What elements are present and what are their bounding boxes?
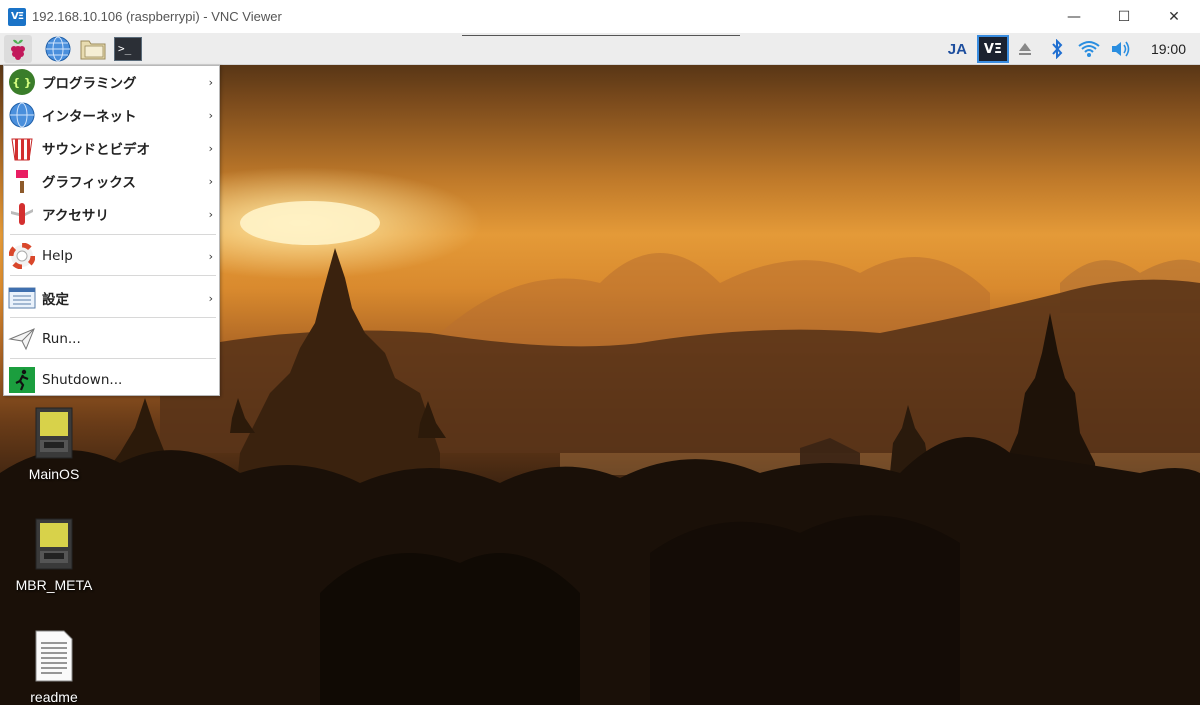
menu-item-label: グラフィックス bbox=[42, 175, 136, 191]
remote-desktop[interactable]: >_ JA VΞ 19:00 {} プログラミング › インターネット › サ… bbox=[0, 33, 1200, 705]
menu-separator bbox=[10, 317, 216, 318]
desktop-icon-label: MBR_META bbox=[15, 577, 93, 593]
run-icon bbox=[8, 325, 36, 353]
menu-item-programming[interactable]: { } プログラミング › bbox=[4, 66, 219, 98]
accessories-icon bbox=[8, 200, 36, 228]
menu-separator bbox=[10, 275, 216, 276]
submenu-arrow-icon: › bbox=[208, 291, 213, 305]
menu-separator bbox=[10, 234, 216, 235]
menu-item-label: インターネット bbox=[42, 109, 137, 125]
sd-card-icon bbox=[35, 518, 73, 570]
submenu-arrow-icon: › bbox=[208, 207, 213, 221]
minimize-button[interactable]: — bbox=[1050, 0, 1098, 33]
terminal-icon: >_ bbox=[114, 36, 142, 61]
desktop-icon-readme[interactable]: readme bbox=[9, 629, 99, 705]
folder-icon bbox=[80, 40, 106, 59]
settings-icon bbox=[8, 284, 36, 312]
clock[interactable]: 19:00 bbox=[1151, 41, 1186, 57]
submenu-arrow-icon: › bbox=[208, 108, 213, 122]
file-manager-button[interactable] bbox=[79, 35, 107, 63]
sd-card-icon bbox=[35, 407, 73, 459]
system-tray: JA VΞ 19:00 bbox=[948, 33, 1200, 65]
submenu-arrow-icon: › bbox=[208, 174, 213, 188]
menu-separator bbox=[10, 358, 216, 359]
menu-item-run[interactable]: Run... bbox=[4, 323, 219, 355]
menu-item-label: サウンドとビデオ bbox=[42, 142, 150, 158]
terminal-button[interactable]: >_ bbox=[114, 35, 142, 63]
desktop-icon-label: MainOS bbox=[28, 466, 80, 482]
menu-item-accessories[interactable]: アクセサリ › bbox=[4, 198, 219, 230]
submenu-arrow-icon: › bbox=[208, 249, 213, 263]
sound-video-icon bbox=[8, 134, 36, 162]
menu-item-sound-video[interactable]: サウンドとビデオ › bbox=[4, 132, 219, 164]
menu-item-shutdown[interactable]: Shutdown... bbox=[4, 364, 219, 396]
desktop-icon-mainos[interactable]: MainOS bbox=[9, 406, 99, 482]
menu-item-graphics[interactable]: グラフィックス › bbox=[4, 165, 219, 197]
menu-item-label: 設定 bbox=[42, 292, 69, 308]
volume-icon[interactable] bbox=[1105, 33, 1137, 65]
menu-item-settings[interactable]: 設定 › bbox=[4, 282, 219, 314]
raspberry-menu-button[interactable] bbox=[4, 34, 32, 63]
maximize-button[interactable]: ☐ bbox=[1100, 0, 1148, 33]
application-menu: { } プログラミング › インターネット › サウンドとビデオ › グラフィッ… bbox=[3, 65, 220, 396]
globe-icon bbox=[45, 36, 71, 61]
graphics-icon bbox=[8, 167, 36, 195]
text-file-icon bbox=[35, 630, 73, 682]
vnc-server-tray-icon[interactable]: VΞ bbox=[976, 35, 1009, 63]
raspberry-icon bbox=[11, 39, 25, 60]
window-title-bar[interactable]: VΞ 192.168.10.106 (raspberrypi) - VNC Vi… bbox=[0, 0, 1200, 33]
taskbar: >_ JA VΞ 19:00 bbox=[0, 33, 1200, 65]
menu-item-label: アクセサリ bbox=[42, 208, 109, 224]
submenu-arrow-icon: › bbox=[208, 75, 213, 89]
menu-item-label: Shutdown... bbox=[42, 372, 123, 388]
input-language-indicator[interactable]: JA bbox=[948, 41, 967, 58]
bluetooth-icon[interactable] bbox=[1041, 33, 1073, 65]
web-browser-button[interactable] bbox=[44, 35, 72, 63]
programming-icon: { } bbox=[8, 68, 36, 96]
shutdown-icon bbox=[8, 366, 36, 394]
submenu-arrow-icon: › bbox=[208, 141, 213, 155]
menu-item-label: Run... bbox=[42, 331, 81, 347]
wifi-icon[interactable] bbox=[1073, 33, 1105, 65]
help-icon bbox=[8, 242, 36, 270]
vnc-viewer-app-icon: VΞ bbox=[8, 7, 26, 26]
menu-item-help[interactable]: Help › bbox=[4, 240, 219, 272]
eject-icon[interactable] bbox=[1009, 33, 1041, 65]
menu-item-label: プログラミング bbox=[42, 76, 137, 92]
panel-spacer-line bbox=[462, 33, 740, 36]
close-button[interactable]: ✕ bbox=[1150, 0, 1198, 33]
menu-item-label: Help bbox=[42, 248, 73, 264]
internet-icon bbox=[8, 101, 36, 129]
menu-item-internet[interactable]: インターネット › bbox=[4, 99, 219, 131]
window-title: 192.168.10.106 (raspberrypi) - VNC Viewe… bbox=[32, 9, 282, 24]
desktop-icon-mbr-meta[interactable]: MBR_META bbox=[9, 517, 99, 593]
desktop-icon-label: readme bbox=[30, 689, 78, 705]
